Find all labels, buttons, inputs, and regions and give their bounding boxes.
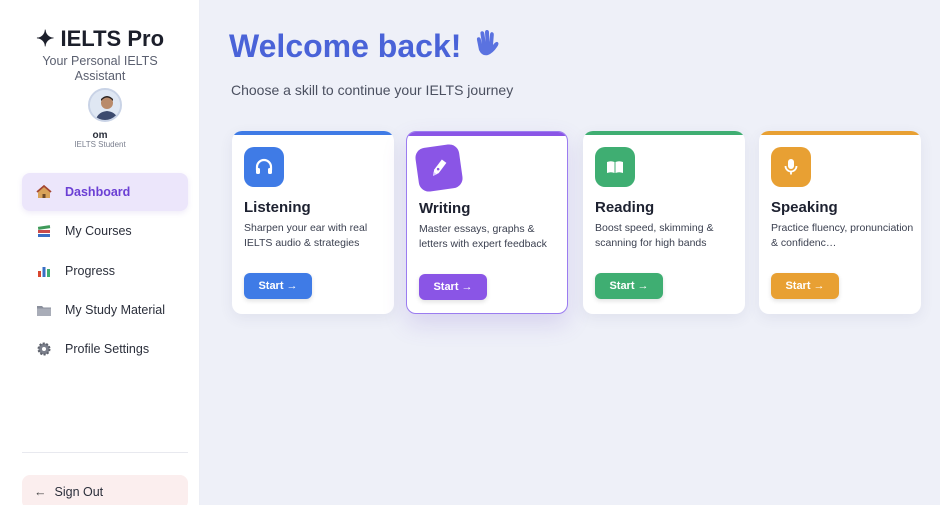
brand-subtitle: Your Personal IELTS Assistant — [42, 54, 158, 83]
waving-hand-icon — [471, 28, 501, 65]
card-title: Listening — [244, 199, 311, 216]
card-title: Reading — [595, 199, 655, 216]
sidebar: ✦ IELTS Pro Your Personal IELTS Assistan… — [0, 0, 200, 505]
brand-title: ✦ IELTS Pro — [35, 26, 165, 51]
skill-card-reading[interactable]: Reading Boost speed, skimming & scanning… — [583, 131, 745, 314]
books-icon — [36, 223, 52, 239]
start-writing-button[interactable]: Start → — [419, 274, 487, 300]
card-accent-bar — [407, 132, 567, 136]
page-subtitle: Choose a skill to continue your IELTS jo… — [231, 82, 514, 98]
sidebar-item-dashboard[interactable]: Dashboard — [22, 173, 188, 211]
sidebar-item-label: My Courses — [65, 224, 132, 238]
page-title: Welcome back! — [229, 28, 501, 65]
sidebar-item-label: Progress — [65, 264, 116, 278]
folder-icon — [36, 302, 52, 318]
card-accent-bar — [232, 131, 394, 135]
arrow-left-icon: ← — [34, 485, 47, 499]
card-accent-bar — [583, 131, 745, 135]
bar-chart-icon — [36, 263, 52, 279]
sidebar-item-my-courses[interactable]: My Courses — [22, 212, 188, 250]
sidebar-item-profile-settings[interactable]: Profile Settings — [22, 330, 188, 368]
card-title: Writing — [419, 200, 471, 217]
card-description: Boost speed, skimming & scanning for hig… — [595, 222, 714, 249]
sidebar-item-label: My Study Material — [65, 303, 166, 317]
card-description: Master essays, graphs & letters with exp… — [419, 223, 547, 250]
start-listening-button[interactable]: Start → — [244, 273, 312, 299]
book-icon — [595, 147, 635, 187]
headphones-icon — [244, 147, 284, 187]
skill-card-speaking[interactable]: Speaking Practice fluency, pronunciation… — [759, 131, 921, 314]
welcome-text: Welcome back! — [229, 28, 462, 64]
sign-out-button[interactable]: ← Sign Out — [22, 475, 188, 505]
skill-card-writing[interactable]: Writing Master essays, graphs & letters … — [406, 131, 568, 314]
avatar[interactable] — [88, 88, 122, 122]
sidebar-item-my-study-material[interactable]: My Study Material — [22, 291, 188, 329]
card-accent-bar — [759, 131, 921, 135]
user-role: IELTS Student — [74, 140, 126, 149]
microphone-icon — [771, 147, 811, 187]
sidebar-item-label: Dashboard — [65, 185, 131, 199]
card-description: Sharpen your ear with real IELTS audio &… — [244, 222, 368, 249]
sidebar-item-label: Profile Settings — [65, 342, 150, 356]
sign-out-label: Sign Out — [54, 485, 104, 499]
house-icon — [36, 184, 52, 200]
sidebar-divider — [22, 452, 188, 453]
skill-card-listening[interactable]: Listening Sharpen your ear with real IEL… — [232, 131, 394, 314]
start-speaking-button[interactable]: Start → — [771, 273, 839, 299]
start-reading-button[interactable]: Start → — [595, 273, 663, 299]
card-title: Speaking — [771, 199, 838, 216]
sidebar-item-progress[interactable]: Progress — [22, 252, 188, 290]
card-description: Practice fluency, pronunciation & confid… — [771, 222, 914, 249]
pen-icon — [414, 143, 464, 193]
gear-icon — [36, 341, 52, 357]
